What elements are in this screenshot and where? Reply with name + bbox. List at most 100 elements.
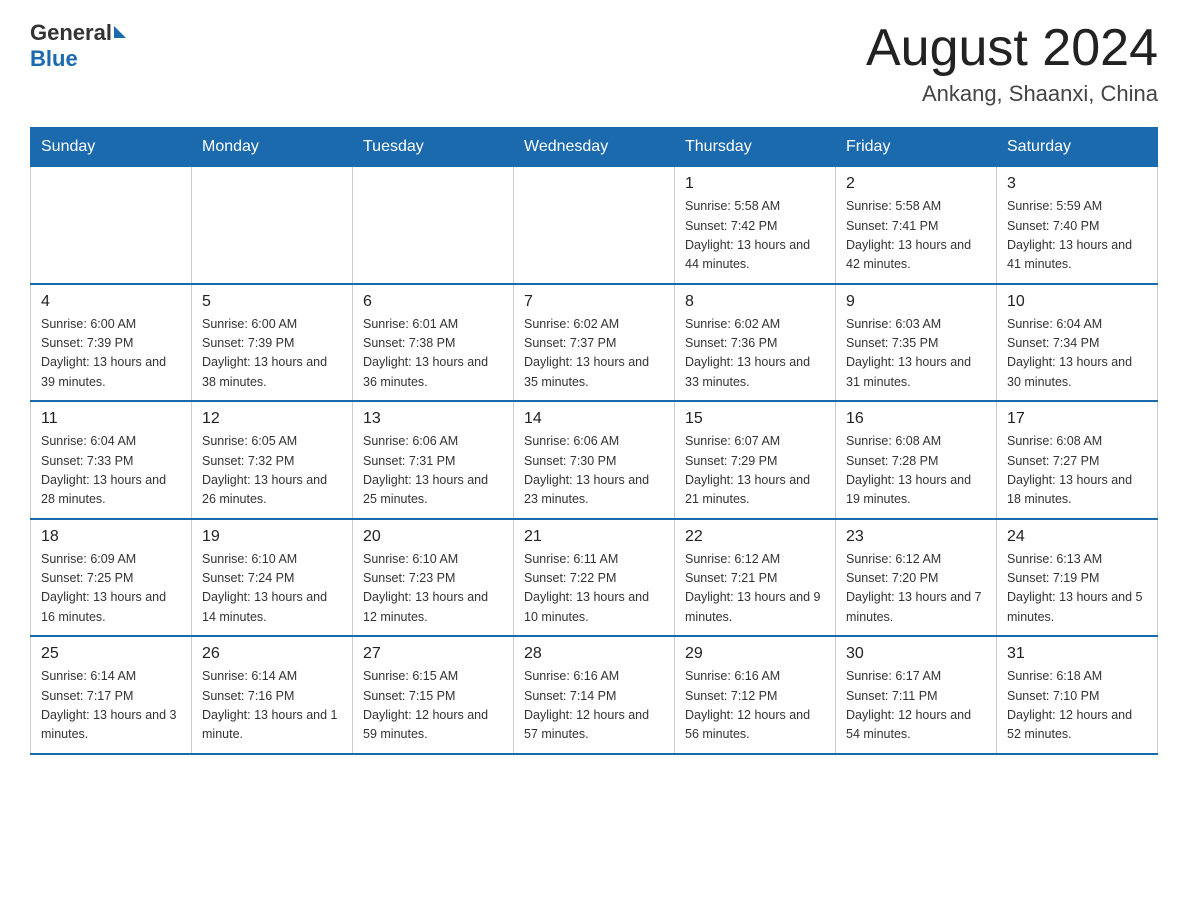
day-number: 6 <box>363 293 503 311</box>
day-header-sunday: Sunday <box>31 128 192 167</box>
day-info: Sunrise: 6:08 AM Sunset: 7:27 PM Dayligh… <box>1007 432 1147 510</box>
day-number: 23 <box>846 528 986 546</box>
calendar-cell: 7Sunrise: 6:02 AM Sunset: 7:37 PM Daylig… <box>514 284 675 402</box>
calendar-week-row: 11Sunrise: 6:04 AM Sunset: 7:33 PM Dayli… <box>31 401 1158 519</box>
day-number: 13 <box>363 410 503 428</box>
calendar-cell: 4Sunrise: 6:00 AM Sunset: 7:39 PM Daylig… <box>31 284 192 402</box>
calendar-cell <box>514 167 675 284</box>
day-info: Sunrise: 5:58 AM Sunset: 7:41 PM Dayligh… <box>846 197 986 275</box>
day-info: Sunrise: 6:04 AM Sunset: 7:34 PM Dayligh… <box>1007 315 1147 393</box>
day-number: 20 <box>363 528 503 546</box>
calendar-header-row: SundayMondayTuesdayWednesdayThursdayFrid… <box>31 128 1158 167</box>
day-number: 21 <box>524 528 664 546</box>
calendar-cell: 5 Sunrise: 6:00 AM Sunset: 7:39 PM Daylig… <box>192 284 353 402</box>
day-number: 22 <box>685 528 825 546</box>
calendar-cell: 9 Sunrise: 6:03 AM Sunset: 7:35 PM Daylig… <box>836 284 997 402</box>
calendar-week-row: 1 Sunrise: 5:58 AM Sunset: 7:42 PM Daylig… <box>31 167 1158 284</box>
calendar-cell: 18 Sunrise: 6:09 AM Sunset: 7:25 PM Dayli… <box>31 519 192 637</box>
day-number: 31 <box>1007 645 1147 663</box>
calendar-week-row: 4Sunrise: 6:00 AM Sunset: 7:39 PM Daylig… <box>31 284 1158 402</box>
calendar-cell: 15Sunrise: 6:07 AM Sunset: 7:29 PM Dayli… <box>675 401 836 519</box>
calendar-cell <box>353 167 514 284</box>
day-number: 29 <box>685 645 825 663</box>
day-info: Sunrise: 5:59 AM Sunset: 7:40 PM Dayligh… <box>1007 197 1147 275</box>
day-info: Sunrise: 6:14 AM Sunset: 7:16 PM Dayligh… <box>202 667 342 745</box>
calendar-cell: 24Sunrise: 6:13 AM Sunset: 7:19 PM Dayli… <box>997 519 1158 637</box>
day-info: Sunrise: 6:04 AM Sunset: 7:33 PM Dayligh… <box>41 432 181 510</box>
calendar-cell: 1 Sunrise: 5:58 AM Sunset: 7:42 PM Daylig… <box>675 167 836 284</box>
day-info: Sunrise: 6:10 AM Sunset: 7:23 PM Dayligh… <box>363 550 503 628</box>
calendar-cell: 12 Sunrise: 6:05 AM Sunset: 7:32 PM Dayli… <box>192 401 353 519</box>
logo: General Blue <box>30 20 126 73</box>
location-text: Ankang, Shaanxi, China <box>866 81 1158 107</box>
calendar-cell: 10 Sunrise: 6:04 AM Sunset: 7:34 PM Dayli… <box>997 284 1158 402</box>
day-number: 12 <box>202 410 342 428</box>
day-number: 30 <box>846 645 986 663</box>
day-info: Sunrise: 6:13 AM Sunset: 7:19 PM Dayligh… <box>1007 550 1147 628</box>
day-info: Sunrise: 6:06 AM Sunset: 7:30 PM Dayligh… <box>524 432 664 510</box>
day-number: 2 <box>846 175 986 193</box>
day-info: Sunrise: 6:00 AM Sunset: 7:39 PM Dayligh… <box>202 315 342 393</box>
day-info: Sunrise: 6:16 AM Sunset: 7:14 PM Dayligh… <box>524 667 664 745</box>
day-header-thursday: Thursday <box>675 128 836 167</box>
day-number: 14 <box>524 410 664 428</box>
day-header-friday: Friday <box>836 128 997 167</box>
day-number: 1 <box>685 175 825 193</box>
calendar-cell: 27Sunrise: 6:15 AM Sunset: 7:15 PM Dayli… <box>353 636 514 754</box>
day-info: Sunrise: 6:16 AM Sunset: 7:12 PM Dayligh… <box>685 667 825 745</box>
day-info: Sunrise: 6:05 AM Sunset: 7:32 PM Dayligh… <box>202 432 342 510</box>
calendar-cell: 26 Sunrise: 6:14 AM Sunset: 7:16 PM Dayli… <box>192 636 353 754</box>
day-info: Sunrise: 5:58 AM Sunset: 7:42 PM Dayligh… <box>685 197 825 275</box>
day-info: Sunrise: 6:06 AM Sunset: 7:31 PM Dayligh… <box>363 432 503 510</box>
day-number: 8 <box>685 293 825 311</box>
calendar-cell: 13 Sunrise: 6:06 AM Sunset: 7:31 PM Dayli… <box>353 401 514 519</box>
day-info: Sunrise: 6:03 AM Sunset: 7:35 PM Dayligh… <box>846 315 986 393</box>
calendar-cell: 11Sunrise: 6:04 AM Sunset: 7:33 PM Dayli… <box>31 401 192 519</box>
calendar-cell: 17 Sunrise: 6:08 AM Sunset: 7:27 PM Dayli… <box>997 401 1158 519</box>
day-number: 26 <box>202 645 342 663</box>
day-header-wednesday: Wednesday <box>514 128 675 167</box>
day-info: Sunrise: 6:12 AM Sunset: 7:20 PM Dayligh… <box>846 550 986 628</box>
day-number: 18 <box>41 528 181 546</box>
day-number: 19 <box>202 528 342 546</box>
calendar-cell: 20 Sunrise: 6:10 AM Sunset: 7:23 PM Dayli… <box>353 519 514 637</box>
calendar-cell: 25Sunrise: 6:14 AM Sunset: 7:17 PM Dayli… <box>31 636 192 754</box>
day-info: Sunrise: 6:18 AM Sunset: 7:10 PM Dayligh… <box>1007 667 1147 745</box>
day-info: Sunrise: 6:10 AM Sunset: 7:24 PM Dayligh… <box>202 550 342 628</box>
calendar-cell: 29 Sunrise: 6:16 AM Sunset: 7:12 PM Dayli… <box>675 636 836 754</box>
calendar-cell: 28 Sunrise: 6:16 AM Sunset: 7:14 PM Dayli… <box>514 636 675 754</box>
calendar-cell: 6 Sunrise: 6:01 AM Sunset: 7:38 PM Daylig… <box>353 284 514 402</box>
calendar-cell: 21 Sunrise: 6:11 AM Sunset: 7:22 PM Dayli… <box>514 519 675 637</box>
calendar-week-row: 25Sunrise: 6:14 AM Sunset: 7:17 PM Dayli… <box>31 636 1158 754</box>
day-number: 3 <box>1007 175 1147 193</box>
day-number: 16 <box>846 410 986 428</box>
logo-general-text: General <box>30 20 112 46</box>
day-number: 9 <box>846 293 986 311</box>
day-info: Sunrise: 6:17 AM Sunset: 7:11 PM Dayligh… <box>846 667 986 745</box>
day-info: Sunrise: 6:12 AM Sunset: 7:21 PM Dayligh… <box>685 550 825 628</box>
day-info: Sunrise: 6:01 AM Sunset: 7:38 PM Dayligh… <box>363 315 503 393</box>
calendar-cell: 8 Sunrise: 6:02 AM Sunset: 7:36 PM Daylig… <box>675 284 836 402</box>
day-info: Sunrise: 6:08 AM Sunset: 7:28 PM Dayligh… <box>846 432 986 510</box>
day-number: 17 <box>1007 410 1147 428</box>
day-info: Sunrise: 6:11 AM Sunset: 7:22 PM Dayligh… <box>524 550 664 628</box>
calendar-cell: 23 Sunrise: 6:12 AM Sunset: 7:20 PM Dayli… <box>836 519 997 637</box>
day-number: 5 <box>202 293 342 311</box>
logo-triangle-icon <box>114 26 126 38</box>
calendar-cell: 22 Sunrise: 6:12 AM Sunset: 7:21 PM Dayli… <box>675 519 836 637</box>
page-header: General Blue August 2024 Ankang, Shaanxi… <box>30 20 1158 107</box>
day-number: 28 <box>524 645 664 663</box>
calendar-cell <box>31 167 192 284</box>
calendar-week-row: 18 Sunrise: 6:09 AM Sunset: 7:25 PM Dayli… <box>31 519 1158 637</box>
calendar-cell: 30 Sunrise: 6:17 AM Sunset: 7:11 PM Dayli… <box>836 636 997 754</box>
calendar-table: SundayMondayTuesdayWednesdayThursdayFrid… <box>30 127 1158 755</box>
calendar-cell: 16 Sunrise: 6:08 AM Sunset: 7:28 PM Dayli… <box>836 401 997 519</box>
day-number: 15 <box>685 410 825 428</box>
calendar-cell: 19 Sunrise: 6:10 AM Sunset: 7:24 PM Dayli… <box>192 519 353 637</box>
day-info: Sunrise: 6:09 AM Sunset: 7:25 PM Dayligh… <box>41 550 181 628</box>
day-number: 10 <box>1007 293 1147 311</box>
day-info: Sunrise: 6:02 AM Sunset: 7:36 PM Dayligh… <box>685 315 825 393</box>
day-number: 27 <box>363 645 503 663</box>
calendar-cell: 2 Sunrise: 5:58 AM Sunset: 7:41 PM Daylig… <box>836 167 997 284</box>
logo-blue-text: Blue <box>30 46 78 72</box>
